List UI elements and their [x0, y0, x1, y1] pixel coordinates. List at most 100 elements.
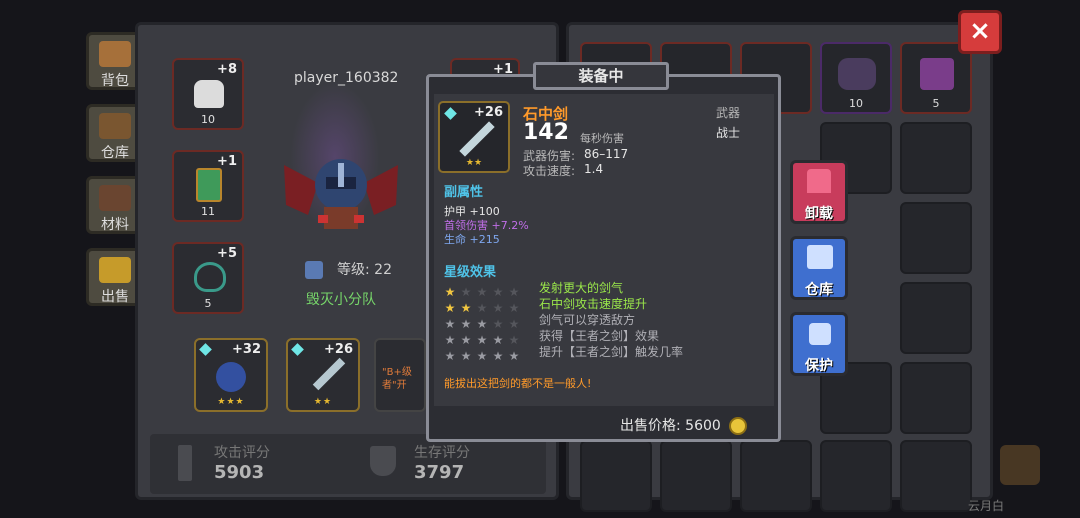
damage-value: 86–117 [584, 147, 629, 161]
sub-stat-label: 生命 [444, 233, 466, 246]
watermark-text: 云月白 [968, 499, 1005, 513]
weapon-type: 武器 [716, 106, 741, 120]
attack-score-label: 攻击评分 [214, 445, 270, 461]
coin-icon [728, 417, 747, 435]
tooltip-title: 装备中 [533, 62, 669, 90]
tab-sell-label: 出售 [101, 289, 129, 305]
star-effect-text: 石中剑攻击速度提升 [539, 297, 648, 311]
star-rating: ★ ★ ★ ★ ★ [444, 345, 524, 364]
slot-plus: +32 [232, 342, 261, 357]
shirt-icon [807, 169, 831, 193]
tab-backpack-label: 背包 [101, 73, 129, 89]
speed-label: 攻击速度: [523, 164, 576, 178]
backpack-icon [99, 41, 131, 67]
inventory-slot[interactable] [900, 282, 972, 354]
shield-icon [305, 261, 323, 279]
boots-icon [920, 58, 954, 90]
slot-plus: +5 [217, 246, 237, 261]
equip-slot-armor[interactable]: +1 11 [172, 150, 244, 222]
speed-value: 1.4 [584, 162, 604, 176]
demon-helm-icon [838, 58, 876, 90]
sub-stat-value: +215 [469, 233, 500, 246]
weapon-plus: +26 [474, 105, 503, 120]
weapon-slot-3[interactable]: "B+级 者"开 [374, 338, 426, 412]
inventory-slot-demon-helm[interactable]: 10 [820, 42, 892, 114]
sword-icon [459, 121, 495, 157]
sell-price: 出售价格: 5600 [620, 415, 747, 435]
star-effect-text: 获得【王者之剑】效果 [539, 329, 660, 343]
inventory-slot[interactable] [900, 440, 972, 512]
slot-count: 10 [201, 113, 215, 126]
weapon-stars: ★★ [465, 158, 483, 168]
team-name: 毁灭小分队 [306, 292, 376, 308]
equip-slot-head[interactable]: +8 10 [172, 58, 244, 130]
warehouse-icon [99, 113, 131, 139]
star-effect-text: 发射更大的剑气 [539, 281, 624, 295]
unequip-button[interactable]: 卸载 [790, 160, 848, 224]
weapon-slot-1[interactable]: +32 ★★★ [194, 338, 268, 412]
slot-plus: +26 [324, 342, 353, 357]
inventory-slot[interactable] [900, 202, 972, 274]
blue-mace-icon [216, 362, 246, 392]
sword-icon [312, 357, 346, 391]
inventory-slot[interactable] [900, 362, 972, 434]
inventory-slot[interactable] [820, 440, 892, 512]
gem-icon [444, 107, 457, 120]
weapon-slot-2[interactable]: +26 ★★ [286, 338, 360, 412]
inventory-slot[interactable] [580, 440, 652, 512]
protect-label: 保护 [805, 358, 833, 374]
lock-icon [809, 323, 831, 345]
star-icon: ★ [476, 349, 488, 363]
weapon-dps: 142 [523, 120, 569, 145]
sub-stat-life: 生命 +215 [444, 231, 500, 247]
gem-icon [199, 343, 212, 356]
survive-score-value: 3797 [414, 462, 465, 483]
inventory-slot[interactable] [660, 440, 732, 512]
sub-stats-header: 副属性 [444, 185, 484, 200]
necklace-icon [194, 262, 226, 292]
weapon-dps-label: 每秒伤害 [580, 132, 624, 145]
star-icon: ★ [508, 349, 520, 363]
star-effects-header: 星级效果 [444, 265, 497, 280]
survive-score-label: 生存评分 [414, 445, 470, 461]
tab-materials-label: 材料 [101, 217, 129, 233]
close-button[interactable]: × [958, 10, 1002, 54]
skull-helmet-icon [194, 80, 224, 108]
corner-item-icon [1000, 445, 1040, 485]
armor-score-icon [370, 446, 396, 476]
weapon-class: 战士 [716, 126, 741, 140]
inventory-slot[interactable] [740, 440, 812, 512]
materials-icon [99, 185, 131, 211]
close-icon: × [969, 16, 991, 46]
coin-pile-icon [99, 257, 131, 283]
weapon-stars: ★★★ [217, 397, 245, 407]
weapon-stars: ★★ [313, 397, 333, 407]
unequip-label: 卸载 [805, 206, 833, 222]
slot-count: 5 [204, 297, 212, 310]
inventory-slot[interactable] [900, 122, 972, 194]
player-name: player_160382 [294, 70, 399, 86]
slot-count: 11 [201, 205, 215, 218]
equip-slot-necklace[interactable]: +5 5 [172, 242, 244, 314]
flavor-text: 能拔出这把剑的都不是一般人! [444, 377, 592, 390]
tooltip-weapon-slot: +26 ★★ [438, 101, 510, 173]
protect-button[interactable]: 保护 [790, 312, 848, 376]
tab-warehouse-label: 仓库 [101, 145, 129, 161]
warehouse-button[interactable]: 仓库 [790, 236, 848, 300]
star-icon: ★ [492, 349, 504, 363]
star-effect-text: 提升【王者之剑】触发几率 [539, 345, 684, 359]
item-count: 10 [849, 97, 863, 110]
item-count: 5 [932, 97, 940, 110]
score-box [150, 434, 546, 494]
attack-score-value: 5903 [214, 462, 265, 483]
slot-plus: +1 [217, 154, 237, 169]
weapon-slot-note: "B+级 者"开 [382, 367, 412, 391]
star-icon: ★ [460, 349, 472, 363]
star-icon: ★ [444, 349, 456, 363]
warehouse-label: 仓库 [805, 282, 833, 298]
star-effect-text: 剑气可以穿透敌方 [539, 313, 636, 327]
player-level-text: 等级: 22 [337, 262, 392, 278]
gem-icon [291, 343, 304, 356]
armor-icon [196, 168, 222, 202]
slot-plus: +8 [217, 62, 237, 77]
